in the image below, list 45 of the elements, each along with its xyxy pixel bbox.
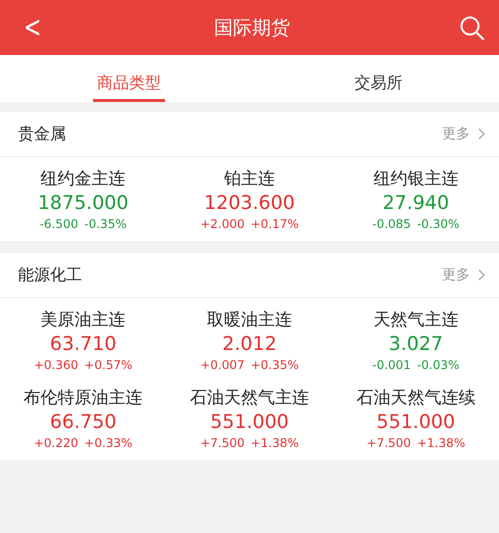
percent-change: +1.38% (250, 436, 299, 450)
price-change: +0.007 (200, 358, 245, 372)
percent-change: -0.35% (84, 217, 127, 231)
contract-name[interactable]: 石油天然气连续 (356, 386, 476, 409)
back-button[interactable]: < (24, 12, 42, 42)
price: 2.012 (222, 333, 277, 355)
price-change: +0.360 (34, 358, 78, 372)
price: 27.940 (382, 192, 450, 214)
price-change: +7.500 (366, 436, 411, 450)
price-change: +7.500 (200, 436, 245, 450)
percent-change: +1.38% (416, 436, 466, 450)
tab[interactable]: 商品类型 (92, 55, 165, 102)
chevron-icon (478, 269, 485, 281)
price-change: -0.001 (372, 358, 411, 372)
contract-name[interactable]: 铂主连 (224, 167, 275, 190)
search-icon[interactable] (458, 14, 485, 40)
percent-change: +0.35% (250, 358, 299, 372)
section-title: 贵金属 (18, 124, 66, 144)
price: 1875.000 (38, 192, 128, 214)
tab[interactable]: 交易所 (350, 55, 406, 102)
percent-change: +0.57% (84, 358, 132, 372)
section-title: 能源化工 (18, 264, 82, 286)
contract-name[interactable]: 天然气主连 (373, 308, 458, 331)
price-change: -0.085 (372, 217, 411, 231)
price: 66.750 (50, 411, 116, 433)
contract-name[interactable]: 美原油主连 (40, 308, 126, 331)
price: 551.000 (210, 411, 289, 433)
chevron-icon (478, 128, 485, 140)
price: 63.710 (50, 333, 116, 355)
price-change: +2.000 (200, 217, 245, 231)
price-change: +0.220 (34, 436, 78, 450)
price: 1203.600 (204, 192, 295, 214)
contract-name[interactable]: 布伦特原油主连 (24, 386, 143, 409)
percent-change: -0.30% (416, 217, 460, 231)
contract-name[interactable]: 石油天然气主连 (190, 386, 309, 409)
page-title: 国际期货 (214, 16, 290, 40)
percent-change: +0.17% (250, 217, 299, 231)
contract-name[interactable]: 纽约金主连 (40, 167, 126, 190)
price-change: -6.500 (40, 217, 78, 231)
contract-name[interactable]: 取暖油主连 (206, 308, 292, 331)
price: 551.000 (376, 411, 456, 433)
percent-change: +0.33% (84, 436, 132, 450)
percent-change: -0.03% (416, 358, 460, 372)
price: 3.027 (388, 333, 444, 355)
contract-name[interactable]: 纽约银主连 (373, 167, 458, 190)
